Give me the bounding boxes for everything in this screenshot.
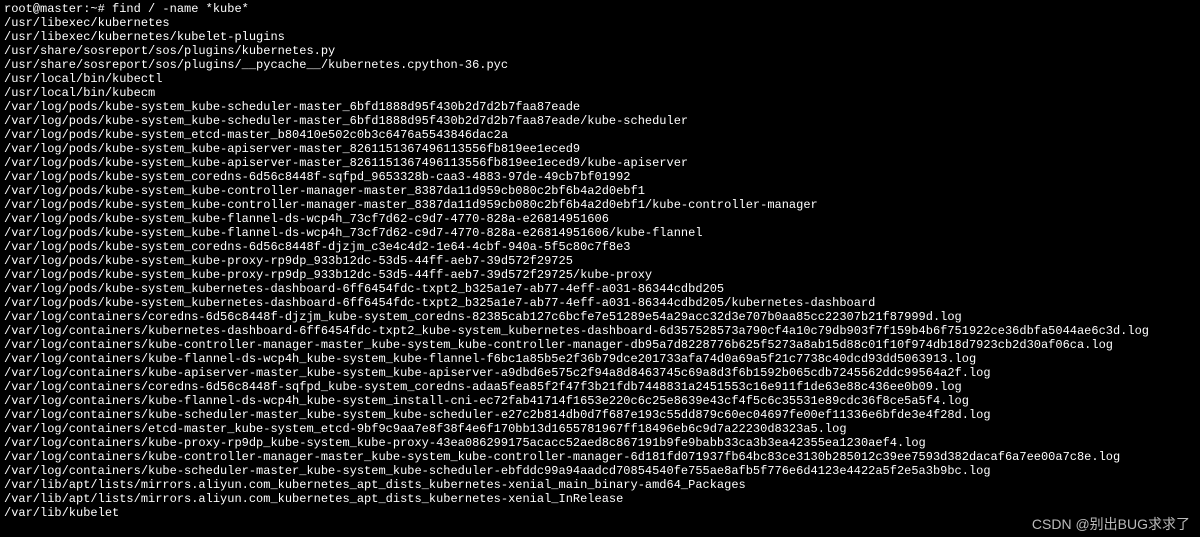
output-line: /usr/share/sosreport/sos/plugins/__pycac… <box>4 58 1196 72</box>
output-line: /var/log/containers/kube-scheduler-maste… <box>4 464 1196 478</box>
output-line: /var/log/pods/kube-system_kube-controlle… <box>4 184 1196 198</box>
output-line: /var/log/containers/kube-scheduler-maste… <box>4 408 1196 422</box>
output-line: /usr/local/bin/kubectl <box>4 72 1196 86</box>
output-line: /var/log/pods/kube-system_kube-flannel-d… <box>4 212 1196 226</box>
output-line: /var/log/containers/kube-controller-mana… <box>4 450 1196 464</box>
output-line: /usr/libexec/kubernetes <box>4 16 1196 30</box>
output-line: /var/log/pods/kube-system_kube-controlle… <box>4 198 1196 212</box>
output-line: /var/log/pods/kube-system_kube-apiserver… <box>4 142 1196 156</box>
output-line: /var/log/containers/kube-apiserver-maste… <box>4 366 1196 380</box>
output-line: /var/log/containers/kube-flannel-ds-wcp4… <box>4 352 1196 366</box>
watermark: CSDN @别出BUG求求了 <box>1032 517 1190 531</box>
output-line: /var/log/pods/kube-system_kube-apiserver… <box>4 156 1196 170</box>
output-line: /var/log/pods/kube-system_kube-flannel-d… <box>4 226 1196 240</box>
output-line: /var/log/containers/kubernetes-dashboard… <box>4 324 1196 338</box>
output-line: /usr/libexec/kubernetes/kubelet-plugins <box>4 30 1196 44</box>
output-line: /usr/share/sosreport/sos/plugins/kuberne… <box>4 44 1196 58</box>
output-line: /var/log/containers/kube-controller-mana… <box>4 338 1196 352</box>
output-line: /var/log/containers/kube-flannel-ds-wcp4… <box>4 394 1196 408</box>
output-line: /var/log/pods/kube-system_etcd-master_b8… <box>4 128 1196 142</box>
output-line: /var/log/pods/kube-system_kube-scheduler… <box>4 100 1196 114</box>
output-line: /var/log/pods/kube-system_kube-proxy-rp9… <box>4 254 1196 268</box>
output-line: /var/lib/apt/lists/mirrors.aliyun.com_ku… <box>4 478 1196 492</box>
output-line: /var/log/pods/kube-system_coredns-6d56c8… <box>4 170 1196 184</box>
output-line: /var/log/pods/kube-system_coredns-6d56c8… <box>4 240 1196 254</box>
output-line: /var/log/pods/kube-system_kubernetes-das… <box>4 282 1196 296</box>
terminal-output[interactable]: root@master:~# find / -name *kube*/usr/l… <box>4 2 1196 520</box>
output-line: /var/log/containers/etcd-master_kube-sys… <box>4 422 1196 436</box>
output-line: /var/lib/apt/lists/mirrors.aliyun.com_ku… <box>4 492 1196 506</box>
output-line: /var/log/containers/coredns-6d56c8448f-s… <box>4 380 1196 394</box>
output-line: /var/log/pods/kube-system_kube-scheduler… <box>4 114 1196 128</box>
output-line: /var/log/pods/kube-system_kube-proxy-rp9… <box>4 268 1196 282</box>
output-line: /var/log/containers/coredns-6d56c8448f-d… <box>4 310 1196 324</box>
output-line: /var/log/pods/kube-system_kubernetes-das… <box>4 296 1196 310</box>
command-line: root@master:~# find / -name *kube* <box>4 2 1196 16</box>
output-line: /var/lib/kubelet <box>4 506 1196 520</box>
output-line: /usr/local/bin/kubecm <box>4 86 1196 100</box>
output-line: /var/log/containers/kube-proxy-rp9dp_kub… <box>4 436 1196 450</box>
